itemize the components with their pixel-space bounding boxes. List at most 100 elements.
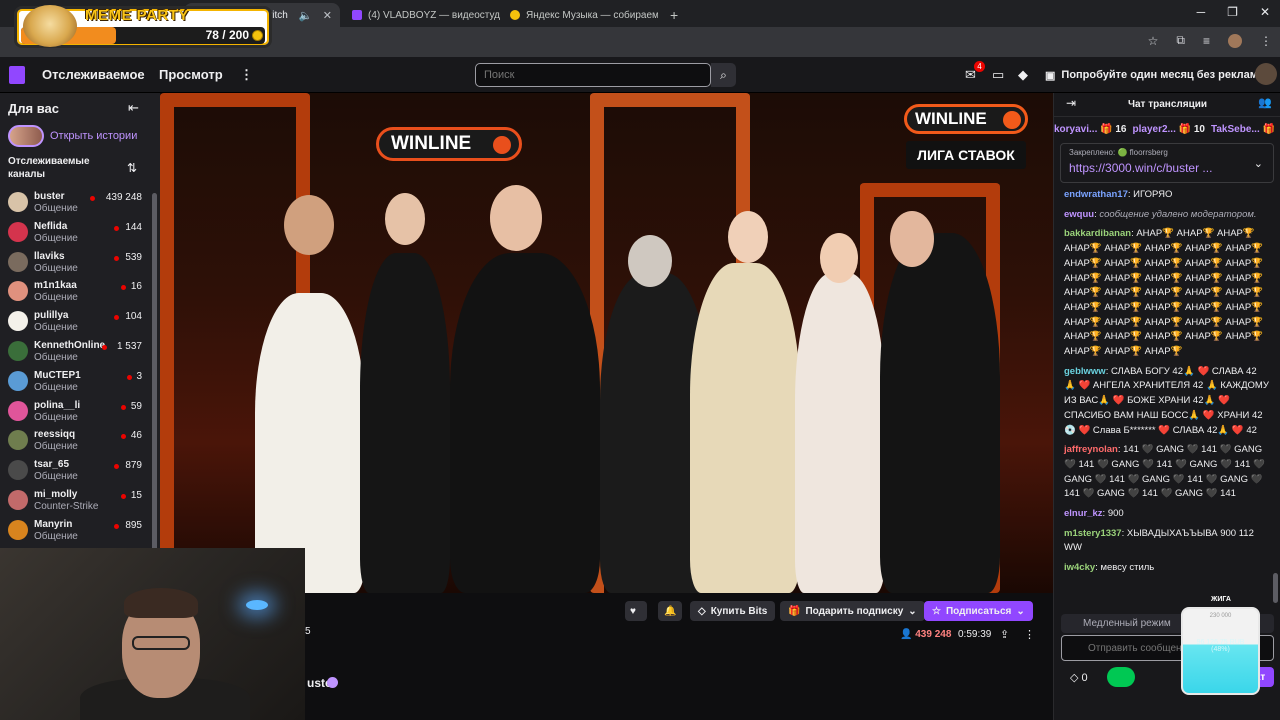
browser-tab-vladboyz[interactable]: (4) VLADBOYZ — видеостудия ✕ — [344, 3, 500, 27]
search-button[interactable]: ⌕ — [711, 63, 736, 87]
crown-icon[interactable]: ◆ — [1018, 67, 1028, 83]
live-indicator-icon — [120, 434, 126, 440]
meme-party-title: MEME PARTY — [85, 7, 189, 24]
nav-following[interactable]: Отслеживаемое — [42, 67, 145, 82]
more-options-icon[interactable]: ⋮ — [240, 67, 253, 83]
sidebar-channel[interactable]: reessiqq Общение 46 — [8, 427, 150, 455]
gift-sub-button[interactable]: 🎁 Подарить подписку ⌄ — [780, 601, 925, 621]
chat-username[interactable]: bakkardibanan — [1064, 228, 1131, 239]
verified-badge-icon — [327, 677, 338, 688]
browser-menu-icon[interactable]: ⋮ — [1260, 34, 1272, 48]
close-window-icon[interactable]: ✕ — [1260, 5, 1270, 19]
share-icon[interactable]: ⇪ — [1000, 628, 1009, 641]
extensions-icon[interactable]: ⧉ — [1176, 33, 1185, 48]
sidebar-channel[interactable]: MuCTEP1 Общение 3 — [8, 368, 150, 396]
close-icon[interactable]: ✕ — [317, 9, 332, 22]
live-indicator-icon — [120, 494, 126, 499]
chat-message[interactable]: elnur_kz: 900 — [1064, 507, 1269, 522]
sort-icon[interactable]: ⇅ — [127, 161, 137, 175]
channel-name: pulillya — [34, 310, 69, 322]
collapse-sidebar-icon[interactable]: ⇤ — [128, 100, 139, 116]
person-1-head — [284, 195, 334, 255]
ad-free-promo-button[interactable]: ▣ Попробуйте один месяц без рекламы — [1045, 64, 1267, 86]
chat-username[interactable]: jaffreynolan — [1064, 444, 1118, 455]
twitch-logo-icon[interactable] — [9, 66, 25, 84]
channel-avatar — [8, 490, 28, 510]
chat-scrollbar[interactable] — [1273, 573, 1278, 603]
channel-avatar — [8, 221, 28, 242]
channel-viewers: 104 — [125, 311, 142, 323]
channel-category: Counter-Strike — [34, 501, 99, 512]
chat-username[interactable]: m1stery1337 — [1064, 528, 1122, 539]
sidebar-channel[interactable]: Manyrin Общение 895 — [8, 517, 150, 545]
chat-username[interactable]: geblwww — [1064, 366, 1106, 377]
follow-heart-button[interactable]: ♥ — [625, 601, 647, 621]
buy-bits-button[interactable]: ◇ Купить Bits — [690, 601, 776, 621]
gifter-entry[interactable]: koryavi... 🎁 16 — [1054, 124, 1127, 135]
browser-tab-yandex-music[interactable]: Яндекс Музыка — собираем в ✕ — [502, 3, 658, 27]
chat-message[interactable]: iw4cky: мевсу стиль — [1064, 561, 1269, 576]
media-control-icon[interactable]: ≡ — [1203, 34, 1210, 48]
chat-username[interactable]: endwrathan17 — [1064, 189, 1128, 200]
chat-users-icon[interactable]: 👥 — [1258, 96, 1272, 109]
minimize-icon[interactable]: ─ — [1197, 5, 1206, 19]
whispers-icon[interactable]: ▭ — [992, 67, 1004, 83]
nav-browse[interactable]: Просмотр — [159, 67, 223, 82]
chat-message[interactable]: ewquu: сообщение удалено модератором. — [1064, 208, 1269, 223]
profile-avatar[interactable] — [1228, 33, 1242, 48]
channel-points-button[interactable] — [1107, 667, 1135, 687]
sidebar-scrollbar[interactable] — [152, 193, 157, 593]
chat-text: АНАР🏆 АНАР🏆 АНАР🏆 АНАР🏆 АНАР🏆 АНАР🏆 АНАР… — [1064, 228, 1264, 358]
channel-avatar — [8, 311, 28, 332]
sidebar-channel[interactable]: KennethOnline Общение 1 537 — [8, 338, 150, 366]
sidebar-channel[interactable]: llaviks Общение 539 — [8, 249, 150, 277]
search-input[interactable] — [475, 63, 711, 87]
chat-username[interactable]: elnur_kz — [1064, 508, 1103, 519]
sidebar-channel[interactable]: m1n1kaa Общение 16 — [8, 278, 150, 306]
chat-username[interactable]: ewquu — [1064, 209, 1094, 220]
chat-message[interactable]: jaffreynolan: 141 🖤 GANG 🖤 141 🖤 GANG 🖤 … — [1064, 443, 1269, 502]
chat-message[interactable]: bakkardibanan: АНАР🏆 АНАР🏆 АНАР🏆 АНАР🏆 А… — [1064, 227, 1269, 359]
expand-chat-icon[interactable]: ⇥ — [1066, 96, 1076, 110]
more-options-icon[interactable]: ⋮ — [1024, 628, 1035, 641]
sidebar-channel[interactable]: tsar_65 Общение 879 — [8, 457, 150, 485]
chat-message[interactable]: m1stery1337: ХЫВАДЫХАЪЪЫВА 900 112 WW — [1064, 527, 1269, 556]
chevron-down-icon[interactable]: ⌄ — [1254, 157, 1263, 170]
notifications-bell-button[interactable]: 🔔 — [658, 601, 682, 621]
new-tab-button[interactable]: + — [662, 3, 682, 27]
gifter-name: player2... — [1132, 123, 1176, 135]
chat-text: ИГОРЯО — [1133, 189, 1173, 200]
sidebar-channel[interactable]: pulillya Общение 104 — [8, 308, 150, 336]
bits-balance[interactable]: ◇ 0 — [1070, 671, 1088, 684]
channel-avatar — [8, 251, 28, 272]
gifter-entry[interactable]: TakSebe... 🎁 — [1211, 124, 1275, 135]
sidebar-channel[interactable]: Neflida Общение 144 — [8, 219, 150, 247]
donation-goal-widget: 230 000 96 126.75 RUB (48%) — [1181, 607, 1260, 695]
mute-icon[interactable]: 🔈 — [292, 9, 312, 22]
blue-lamp — [246, 600, 268, 610]
sidebar-channel[interactable]: mi_molly Counter-Strike 15 — [8, 487, 150, 515]
chat-message[interactable]: geblwww: СЛАВА БОГУ 42🙏 ❤️ СЛАВА 42 🙏 ❤️… — [1064, 365, 1269, 439]
gifter-entry[interactable]: player2... 🎁 10 — [1133, 124, 1206, 135]
sidebar-channel[interactable]: buster Общение 439 248 — [8, 189, 150, 217]
chat-username[interactable]: iw4cky — [1064, 562, 1095, 573]
star-icon: ☆ — [932, 605, 941, 617]
chevron-down-icon: ⌄ — [908, 605, 917, 617]
winline-stage-logo: WINLINE — [376, 127, 522, 161]
channel-name: Neflida — [34, 220, 68, 232]
user-avatar[interactable] — [1255, 63, 1277, 85]
pinned-message[interactable]: Закреплено: 🟢 floorrsberg https://3000.w… — [1060, 143, 1274, 183]
video-player[interactable]: WINLINE WINLINE ЛИГА СТАВОК — [160, 93, 1053, 593]
buy-bits-label: Купить Bits — [710, 605, 768, 617]
channel-category: Общение — [34, 411, 78, 423]
stories-button[interactable]: Открыть истории — [8, 125, 137, 147]
sidebar-channel[interactable]: polina__li Общение 59 — [8, 398, 150, 426]
restore-icon[interactable]: ❐ — [1227, 5, 1238, 19]
pinned-link[interactable]: https://3000.win/c/buster ... — [1069, 161, 1212, 175]
channel-category: Общение — [34, 232, 78, 244]
bookmark-star-icon[interactable]: ☆ — [1148, 34, 1159, 48]
channel-viewers: 539 — [125, 251, 142, 263]
subscribe-button[interactable]: ☆ Подписаться ⌄ — [924, 601, 1033, 621]
chat-message[interactable]: endwrathan17: ИГОРЯО — [1064, 188, 1269, 203]
channel-name: m1n1kaa — [34, 280, 77, 292]
